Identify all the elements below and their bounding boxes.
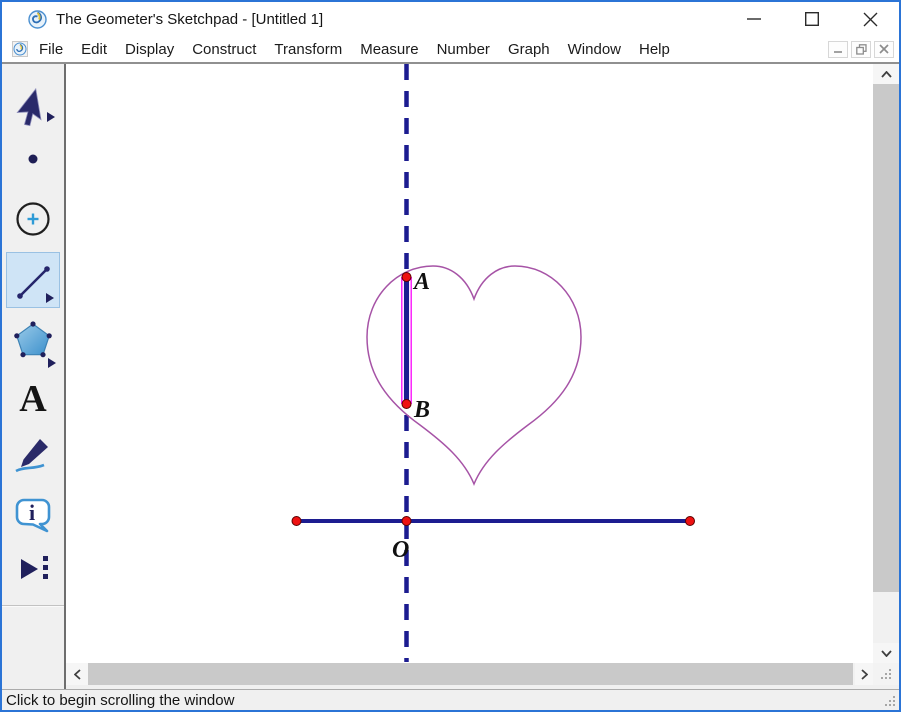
maximize-icon <box>805 12 819 26</box>
vertical-scrollbar-thumb[interactable] <box>873 84 899 592</box>
chevron-down-icon <box>881 650 892 657</box>
status-bar: Click to begin scrolling the window <box>2 689 899 710</box>
menu-item-number[interactable]: Number <box>428 38 499 61</box>
menu-item-graph[interactable]: Graph <box>499 38 559 61</box>
title-bar: The Geometer's Sketchpad - [Untitled 1] <box>2 2 899 36</box>
mdi-restore-button[interactable] <box>851 41 871 58</box>
mdi-minimize-button[interactable] <box>828 41 848 58</box>
mdi-close-icon <box>879 44 889 54</box>
svg-text:A: A <box>19 378 47 420</box>
document-app-icon <box>12 41 28 57</box>
chevron-right-icon <box>861 669 868 680</box>
window-title: The Geometer's Sketchpad - [Untitled 1] <box>56 11 323 28</box>
heart-curve[interactable] <box>367 266 581 484</box>
point-endpoint-3[interactable] <box>292 517 301 526</box>
menu-item-file[interactable]: File <box>30 38 72 61</box>
app-logo-icon <box>28 10 47 29</box>
svg-text:i: i <box>29 500 35 525</box>
chevron-up-icon <box>881 71 892 78</box>
main-area: A i A B O <box>2 62 899 691</box>
point-label-B[interactable]: B <box>413 397 430 423</box>
close-icon <box>863 12 878 27</box>
status-text: Click to begin scrolling the window <box>6 692 234 709</box>
minimize-button[interactable] <box>725 2 783 36</box>
menu-item-construct[interactable]: Construct <box>183 38 265 61</box>
close-button[interactable] <box>841 2 899 36</box>
mdi-restore-icon <box>856 44 867 55</box>
minimize-icon <box>747 12 761 26</box>
sketch-canvas[interactable]: A B O <box>66 64 873 663</box>
scroll-up-button[interactable] <box>873 64 899 84</box>
text-tool[interactable]: A <box>9 374 57 422</box>
menu-items: FileEditDisplayConstructTransformMeasure… <box>30 38 679 61</box>
scroll-right-button[interactable] <box>855 663 873 685</box>
polygon-flyout-icon[interactable] <box>48 358 56 368</box>
chevron-left-icon <box>74 669 81 680</box>
menu-bar: FileEditDisplayConstructTransformMeasure… <box>2 36 899 62</box>
app-window: The Geometer's Sketchpad - [Untitled 1] … <box>0 0 901 712</box>
maximize-button[interactable] <box>783 2 841 36</box>
point-B[interactable] <box>402 400 411 409</box>
point-O[interactable] <box>402 517 411 526</box>
compass-tool[interactable] <box>9 195 57 243</box>
tool-palette: A i <box>2 64 66 689</box>
resize-grip-icon[interactable] <box>880 668 892 680</box>
geometry-svg: A B O <box>66 64 873 663</box>
point-label-O[interactable]: O <box>392 537 409 563</box>
point-endpoint-4[interactable] <box>686 517 695 526</box>
polygon-tool[interactable] <box>9 316 57 364</box>
mdi-minimize-icon <box>833 44 843 54</box>
vertical-scrollbar[interactable] <box>873 64 899 663</box>
toolbar-divider <box>2 605 64 607</box>
straightedge-flyout-icon[interactable] <box>46 293 54 303</box>
mdi-close-button[interactable] <box>874 41 894 58</box>
menu-item-edit[interactable]: Edit <box>72 38 116 61</box>
selection-arrow-flyout-icon[interactable] <box>47 112 55 122</box>
window-controls <box>725 2 899 36</box>
point-A[interactable] <box>402 273 411 282</box>
scroll-corner <box>873 663 899 685</box>
marker-tool[interactable] <box>9 431 57 479</box>
point-tool[interactable] <box>9 135 57 183</box>
menu-item-display[interactable]: Display <box>116 38 183 61</box>
scroll-down-button[interactable] <box>873 643 899 663</box>
selection-arrow-tool[interactable] <box>9 86 57 134</box>
window-resize-grip-icon[interactable] <box>883 694 896 707</box>
horizontal-scrollbar-thumb[interactable] <box>88 663 853 685</box>
menu-item-measure[interactable]: Measure <box>351 38 427 61</box>
mdi-window-controls <box>828 41 894 58</box>
horizontal-scrollbar[interactable] <box>66 663 873 685</box>
menu-item-window[interactable]: Window <box>559 38 630 61</box>
point-label-A[interactable]: A <box>412 269 430 295</box>
menu-item-help[interactable]: Help <box>630 38 679 61</box>
custom-tools-tool[interactable] <box>9 548 57 596</box>
menu-item-transform[interactable]: Transform <box>265 38 351 61</box>
information-tool[interactable]: i <box>9 491 57 539</box>
scroll-left-button[interactable] <box>66 663 88 685</box>
